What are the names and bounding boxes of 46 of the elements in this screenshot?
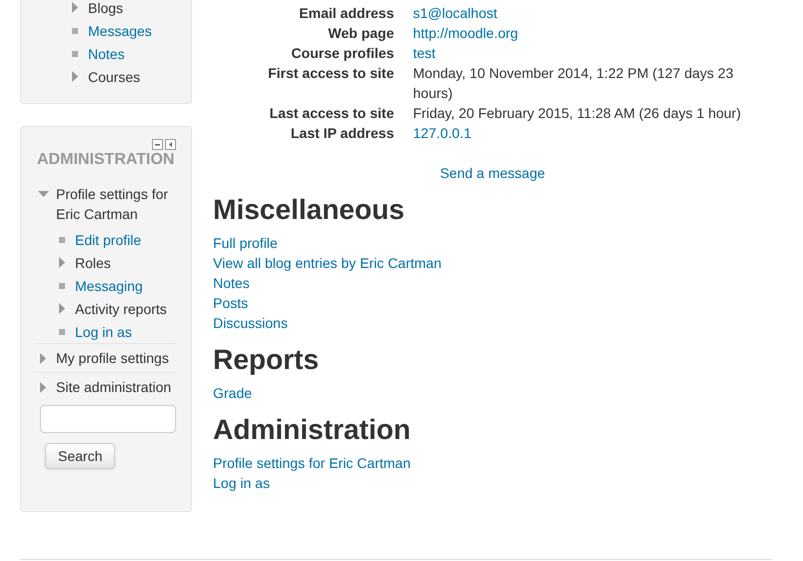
field-link[interactable]: test bbox=[413, 45, 436, 61]
nav-item[interactable]: Blogs bbox=[88, 0, 124, 18]
field-label: Web page bbox=[327, 24, 394, 43]
field-link[interactable]: 127.0.0.1 bbox=[413, 125, 472, 141]
section-link[interactable]: Grade bbox=[213, 383, 252, 403]
bullet-icon bbox=[59, 328, 65, 334]
field-link[interactable]: s1@localhost bbox=[413, 5, 498, 21]
nav-link[interactable]: Messages bbox=[88, 20, 152, 40]
send-message-link[interactable]: Send a message bbox=[440, 165, 546, 181]
nav-item[interactable]: Courses bbox=[88, 66, 140, 86]
nav-item[interactable]: Roles bbox=[75, 252, 111, 272]
nav-link[interactable]: Edit profile bbox=[75, 230, 142, 250]
section-link[interactable]: View all blog entries by Eric Cartman bbox=[213, 253, 442, 273]
minimize-icon[interactable] bbox=[152, 139, 163, 150]
bullet-icon bbox=[72, 28, 78, 34]
field-label: Last access to site bbox=[268, 104, 394, 123]
section-heading: Reports bbox=[213, 344, 320, 376]
field-value: Monday, 10 November 2014, 1:22 PM (127 days 23 hours) bbox=[413, 64, 734, 103]
section-link[interactable]: Notes bbox=[213, 273, 250, 293]
section-heading: Administration bbox=[213, 414, 412, 446]
field-value: Friday, 20 February 2015, 11:28 AM (26 days 1 hour) bbox=[413, 104, 742, 123]
search-field[interactable] bbox=[40, 405, 176, 433]
field-label: First access to site bbox=[266, 64, 394, 83]
dock-icon[interactable] bbox=[165, 139, 176, 150]
field-link[interactable]: http://moodle.org bbox=[413, 25, 518, 41]
section-link[interactable]: Log in as bbox=[213, 473, 270, 493]
nav-item[interactable]: My profile settings bbox=[56, 348, 169, 368]
field-label: Email address bbox=[298, 4, 394, 23]
bullet-icon bbox=[72, 50, 78, 56]
block-title: ADMINISTRATION bbox=[37, 150, 176, 170]
nav-item[interactable]: Activity reports bbox=[75, 298, 167, 318]
section-link[interactable]: Discussions bbox=[213, 313, 288, 333]
section-link[interactable]: Profile settings for Eric Cartman bbox=[213, 453, 411, 473]
field-label: Last IP address bbox=[290, 124, 394, 143]
nav-link[interactable]: Notes bbox=[88, 44, 125, 64]
bullet-icon bbox=[59, 282, 65, 288]
nav-link[interactable]: Log in as bbox=[75, 322, 132, 342]
search-button[interactable]: Search bbox=[45, 443, 116, 469]
section-link[interactable]: Posts bbox=[213, 293, 248, 313]
section-heading: Miscellaneous bbox=[213, 194, 406, 226]
nav-item[interactable]: Site administration bbox=[56, 377, 172, 397]
nav-link[interactable]: Messaging bbox=[75, 276, 143, 296]
section-link[interactable]: Full profile bbox=[213, 233, 278, 253]
nav-item[interactable]: Profile settings for Eric Cartman bbox=[56, 184, 176, 224]
bullet-icon bbox=[59, 236, 65, 242]
field-label: Course profiles bbox=[290, 44, 394, 63]
